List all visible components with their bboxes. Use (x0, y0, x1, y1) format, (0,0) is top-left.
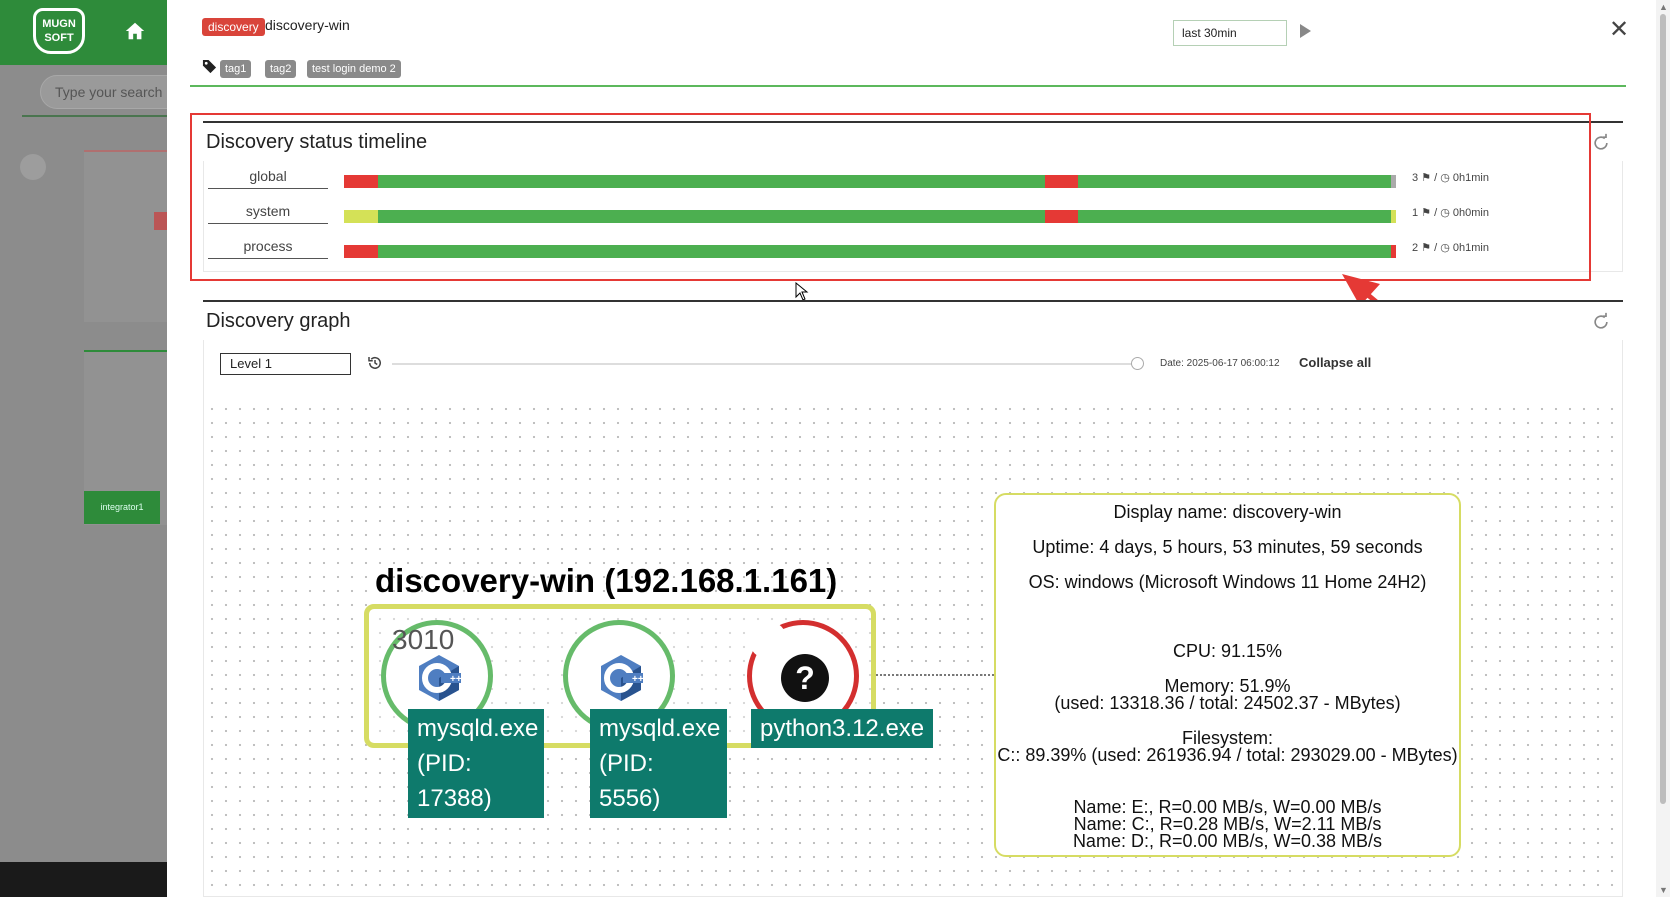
time-slider-handle[interactable] (1131, 357, 1144, 370)
graph-edge (876, 674, 994, 676)
cpp-icon: ++ (419, 655, 462, 701)
host-title: discovery-win (192.168.1.161) (375, 562, 838, 599)
background-search-input[interactable]: Type your search (40, 75, 167, 109)
annotation-highlight-box (190, 113, 1591, 281)
host-info-tooltip: Display name: discovery-win Uptime: 4 da… (994, 493, 1461, 857)
play-icon[interactable] (1300, 24, 1311, 38)
svg-text:?: ? (795, 660, 815, 696)
info-filesystem-detail: C:: 89.39% (used: 261936.94 / total: 293… (997, 745, 1458, 765)
process-label[interactable]: mysqld.exe (PID: 5556) (590, 709, 727, 818)
scroll-down-icon[interactable]: ▼ (1659, 885, 1668, 895)
scroll-thumb[interactable] (1660, 14, 1666, 804)
header-divider (190, 85, 1626, 87)
type-badge: discovery (202, 18, 265, 36)
tags-icon (202, 59, 217, 74)
status-indicator (749, 621, 787, 659)
background-divider (22, 115, 167, 117)
modal-scrollbar[interactable]: ▲ ▼ (1656, 0, 1670, 897)
integrator-badge[interactable]: integrator1 (84, 491, 160, 524)
mouse-cursor-icon (795, 282, 809, 301)
tag-chip[interactable]: test login demo 2 (307, 60, 401, 78)
background-app: MUGN SOFT Type your search integrator1 (0, 0, 167, 897)
background-card-badge (154, 212, 167, 230)
tag-chip[interactable]: tag1 (220, 60, 252, 78)
close-icon[interactable]: ✕ (1609, 18, 1629, 42)
cpp-icon: ++ (601, 655, 644, 701)
svg-text:++: ++ (450, 674, 462, 685)
info-uptime: Uptime: 4 days, 5 hours, 53 minutes, 59 … (1032, 537, 1423, 557)
info-os: OS: windows (Microsoft Windows 11 Home 2… (1028, 572, 1427, 592)
history-icon[interactable] (366, 354, 384, 372)
slider-date: Date: 2025-06-17 06:00:12 (1160, 358, 1280, 369)
logo: MUGN SOFT (33, 8, 85, 54)
level-select[interactable]: Level 1 (220, 353, 351, 375)
question-icon: ? (781, 654, 829, 702)
info-cpu: CPU: 91.15% (1172, 641, 1283, 661)
background-topbar: MUGN SOFT (0, 0, 167, 65)
tag-icon[interactable] (20, 154, 46, 180)
info-disk-d: Name: D:, R=0.00 MB/s, W=0.38 MB/s (1072, 831, 1383, 851)
time-slider-track[interactable] (392, 363, 1138, 365)
info-memory-detail: (used: 13318.36 / total: 24502.37 - MByt… (1054, 693, 1401, 713)
modal-title: discovery-win (265, 17, 350, 33)
background-footer (0, 862, 167, 897)
svg-text:++: ++ (632, 674, 644, 685)
port-number: 3010 (392, 624, 455, 655)
tag-chip[interactable]: tag2 (265, 60, 297, 78)
home-icon[interactable] (124, 20, 146, 42)
process-label[interactable]: python3.12.exe (751, 709, 934, 748)
info-display-name: Display name: discovery-win (1113, 502, 1342, 522)
collapse-all-button[interactable]: Collapse all (1299, 355, 1371, 370)
time-range-input[interactable]: last 30min (1173, 20, 1287, 46)
panel-title: Discovery graph (206, 310, 351, 332)
process-label[interactable]: mysqld.exe (PID: 17388) (408, 709, 544, 818)
refresh-icon[interactable] (1591, 133, 1611, 153)
background-card[interactable] (84, 150, 167, 322)
scroll-up-icon[interactable]: ▲ (1659, 2, 1668, 12)
refresh-icon[interactable] (1591, 312, 1611, 332)
